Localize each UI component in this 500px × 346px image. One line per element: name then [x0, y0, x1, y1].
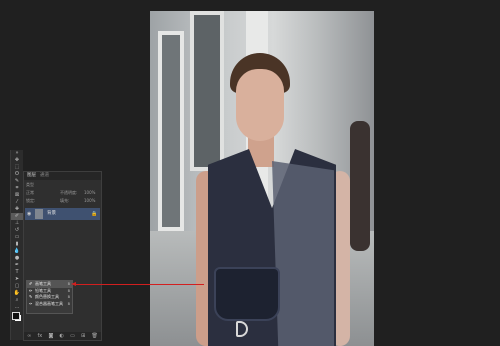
eraser-tool-icon[interactable]: ▭: [11, 234, 23, 241]
panel-tab-bar: 图层 通道: [24, 172, 101, 180]
add-mask-icon[interactable]: ◙: [48, 332, 53, 340]
flyout-item-shortcut: B: [67, 301, 70, 306]
document-photo[interactable]: [150, 11, 374, 346]
blend-opacity-row: 正常 不透明度: 100%: [26, 190, 99, 196]
gradient-tool-icon[interactable]: ▮: [11, 241, 23, 248]
lock-label: 锁定:: [26, 198, 36, 203]
tab-layers[interactable]: 图层: [27, 173, 36, 179]
pen-tool-icon[interactable]: ✒: [11, 262, 23, 269]
tab-channels[interactable]: 通道: [40, 173, 49, 179]
flyout-item-label: 混合器画笔工具: [35, 300, 63, 306]
flyout-item-mixer-brush[interactable]: ✑ 混合器画笔工具 B: [27, 301, 72, 308]
more-tools-icon[interactable]: …: [11, 304, 23, 311]
layer-style-icon[interactable]: fx: [38, 332, 43, 340]
layer-filter-row: 类型: [26, 182, 99, 188]
lock-fill-row: 锁定: 填充: 100%: [26, 198, 99, 204]
dodge-tool-icon[interactable]: ●: [11, 255, 23, 262]
photo-face: [236, 69, 284, 141]
new-layer-icon[interactable]: ⊞: [81, 332, 85, 340]
document-canvas[interactable]: » ✥ ⬚ ʘ ✎ ⌗ ⊠ ⁄ ✚ ✐ ⊥ ↺ ▭ ▮ 💧 ● ✒ T ➤ ▢ …: [0, 0, 500, 346]
annotation-arrow-line: [74, 284, 204, 285]
marquee-tool-icon[interactable]: ⬚: [11, 164, 23, 171]
opacity-label: 不透明度:: [60, 190, 78, 195]
clone-stamp-tool-icon[interactable]: ⊥: [11, 220, 23, 227]
link-layers-icon[interactable]: ∞: [27, 332, 31, 340]
blur-tool-icon[interactable]: 💧: [11, 248, 23, 255]
layer-name: 背景: [47, 211, 56, 216]
tools-panel: » ✥ ⬚ ʘ ✎ ⌗ ⊠ ⁄ ✚ ✐ ⊥ ↺ ▭ ▮ 💧 ● ✒ T ➤ ▢ …: [10, 150, 23, 340]
history-brush-tool-icon[interactable]: ↺: [11, 227, 23, 234]
mixer-brush-icon: ✑: [29, 300, 33, 306]
fill-label: 填充:: [60, 198, 70, 203]
photo-window: [190, 11, 224, 171]
lock-icon: 🔒: [91, 211, 98, 217]
crop-tool-icon[interactable]: ⌗: [11, 185, 23, 192]
new-group-icon[interactable]: ▭: [70, 332, 75, 340]
blend-mode-select[interactable]: 正常: [26, 190, 34, 195]
color-swatches[interactable]: [11, 311, 23, 321]
frame-tool-icon[interactable]: ⊠: [11, 192, 23, 199]
eye-icon[interactable]: ◉: [27, 211, 33, 217]
layers-panel-footer: ∞ fx ◙ ◐ ▭ ⊞ 🗑: [24, 332, 101, 340]
move-tool-icon[interactable]: ✥: [11, 157, 23, 164]
zoom-tool-icon[interactable]: ⌕: [11, 297, 23, 304]
hand-tool-icon[interactable]: ✋: [11, 290, 23, 297]
brush-tool-flyout: ✐ 画笔工具 B ✏ 铅笔工具 B ✎ 颜色替换工具 B ✑ 混合器画笔工具 B: [26, 280, 73, 314]
type-tool-icon[interactable]: T: [11, 269, 23, 276]
fill-input[interactable]: 100%: [84, 198, 95, 204]
photo-window: [158, 31, 184, 231]
layers-panel: 图层 通道 类型 正常 不透明度: 100% 锁定: 填充: 100% ◉ 背景…: [23, 171, 102, 341]
photo-bag: [214, 267, 280, 321]
foreground-color-swatch[interactable]: [12, 312, 20, 320]
eyedropper-tool-icon[interactable]: ⁄: [11, 199, 23, 206]
kind-filter-select[interactable]: 类型: [26, 182, 34, 187]
layer-row-background[interactable]: ◉ 背景 🔒: [25, 208, 100, 220]
opacity-input[interactable]: 100%: [84, 190, 95, 196]
annotation-arrow-head: [71, 282, 76, 286]
lasso-tool-icon[interactable]: ʘ: [11, 171, 23, 178]
layer-thumbnail: [35, 209, 43, 219]
adjustment-layer-icon[interactable]: ◐: [60, 332, 64, 340]
brush-tool-icon[interactable]: ✐: [11, 213, 23, 220]
delete-layer-icon[interactable]: 🗑: [92, 332, 98, 340]
photo-vest-highlight: [272, 161, 334, 346]
healing-brush-tool-icon[interactable]: ✚: [11, 206, 23, 213]
shape-tool-icon[interactable]: ▢: [11, 283, 23, 290]
quick-select-tool-icon[interactable]: ✎: [11, 178, 23, 185]
photo-background-person: [350, 121, 370, 251]
collapse-icon[interactable]: »: [11, 150, 23, 157]
path-select-tool-icon[interactable]: ➤: [11, 276, 23, 283]
